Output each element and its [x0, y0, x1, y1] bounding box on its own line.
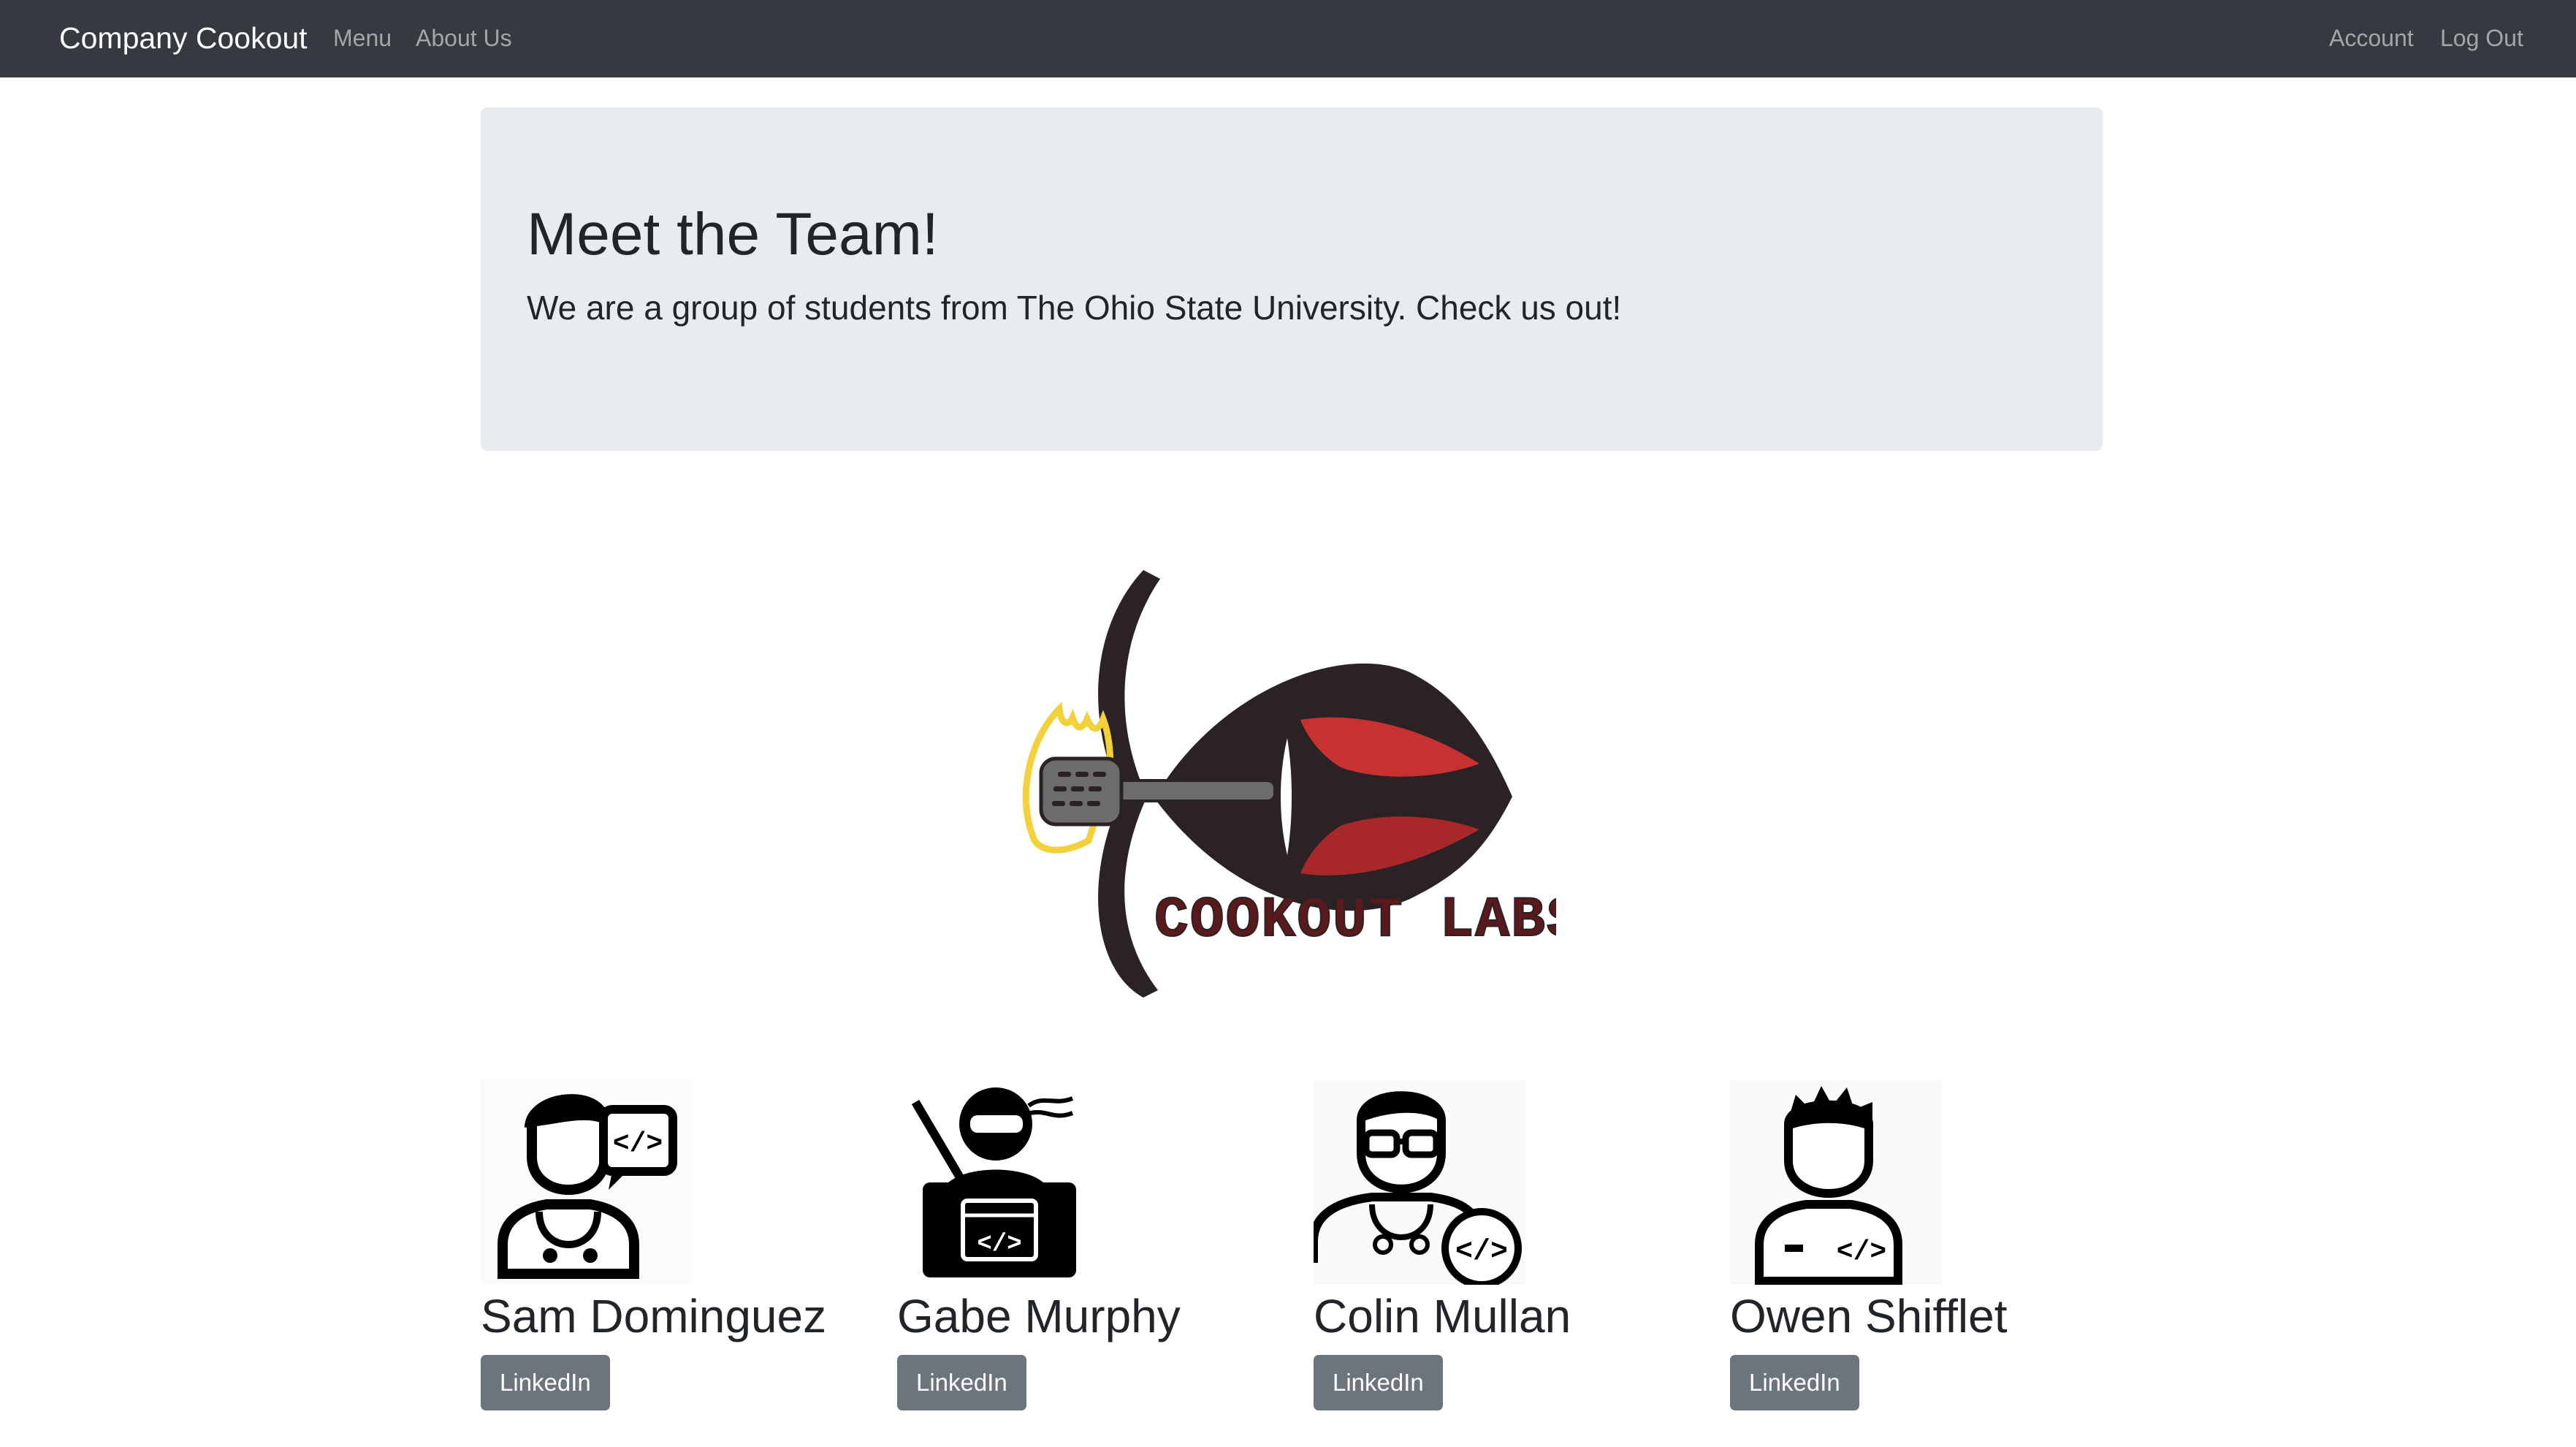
member-name: Colin Mullan [1314, 1290, 1571, 1342]
nav-link-account[interactable]: Account [2329, 22, 2414, 54]
member-name: Gabe Murphy [897, 1290, 1181, 1342]
linkedin-button[interactable]: LinkedIn [481, 1355, 610, 1410]
member-name: Sam Dominguez [481, 1290, 827, 1342]
svg-text:</>: </> [1837, 1237, 1886, 1268]
team-member-card: </> Sam Dominguez LinkedIn [481, 1080, 890, 1410]
developer-shirt-code-icon: </> [1730, 1080, 1942, 1285]
ninja-laptop-icon: </> [911, 1087, 1076, 1277]
nav-link-about-us[interactable]: About Us [416, 22, 512, 54]
team-member-card: </> Gabe Murphy LinkedIn [897, 1080, 1306, 1410]
linkedin-button[interactable]: LinkedIn [897, 1355, 1026, 1410]
navbar-brand[interactable]: Company Cookout [59, 18, 308, 58]
logo-text: COOKOUT LABS [1154, 889, 1556, 953]
navbar: Company Cookout Menu About Us Account Lo… [0, 0, 2576, 77]
nav-link-menu[interactable]: Menu [333, 22, 392, 54]
jumbotron: Meet the Team! We are a group of student… [481, 107, 2103, 451]
jumbotron-lead: We are a group of students from The Ohio… [527, 289, 1622, 327]
developer-speech-bubble-icon: </> [481, 1080, 693, 1285]
linkedin-button[interactable]: LinkedIn [1730, 1355, 1859, 1410]
page-title: Meet the Team! [527, 201, 939, 267]
svg-text:</>: </> [613, 1128, 663, 1160]
member-name: Owen Shifflet [1730, 1290, 2008, 1342]
team-member-card: </> Colin Mullan LinkedIn [1314, 1080, 1723, 1410]
developer-glasses-icon: </> [1314, 1080, 1525, 1285]
svg-text:</>: </> [1455, 1236, 1508, 1269]
linkedin-button[interactable]: LinkedIn [1314, 1355, 1443, 1410]
nav-link-log-out[interactable]: Log Out [2440, 22, 2523, 54]
svg-text:</>: </> [977, 1231, 1021, 1258]
cookout-labs-logo: COOKOUT LABS [1022, 570, 1556, 998]
team-member-card: </> Owen Shifflet LinkedIn [1730, 1080, 2139, 1410]
